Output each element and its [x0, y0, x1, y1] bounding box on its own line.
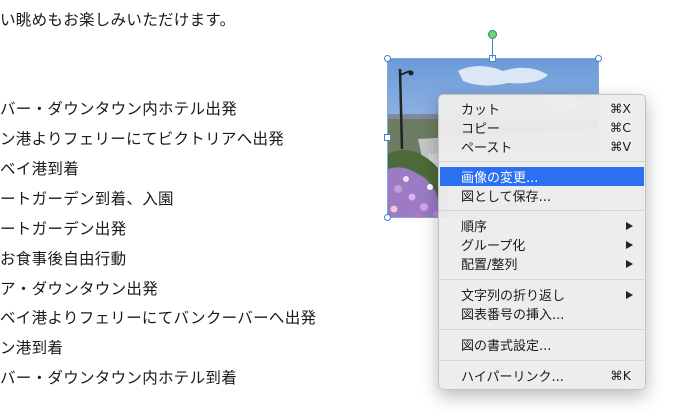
submenu-arrow-icon	[626, 221, 633, 230]
menu-shortcut: ⌘V	[609, 139, 631, 154]
menu-item-copy[interactable]: コピー ⌘C	[440, 118, 644, 137]
menu-item-insert-caption[interactable]: 図表番号の挿入...	[440, 304, 644, 323]
doc-line: バー・ダウンタウン内ホテル出発	[0, 100, 238, 118]
menu-item-label: ハイパーリンク...	[461, 370, 564, 385]
menu-item-align[interactable]: 配置/整列	[440, 254, 644, 273]
menu-item-order[interactable]: 順序	[440, 216, 644, 235]
menu-item-cut[interactable]: カット ⌘X	[440, 99, 644, 118]
menu-shortcut: ⌘K	[610, 368, 631, 383]
submenu-arrow-icon	[626, 259, 633, 268]
doc-line: ートガーデン出発	[0, 220, 127, 238]
menu-item-label: 図の書式設定...	[461, 339, 552, 354]
doc-line: ートガーデン到着、入園	[0, 190, 174, 208]
menu-item-change-picture[interactable]: 画像の変更...	[440, 167, 644, 186]
doc-line: ベイ港よりフェリーにてバンクーバーへ出発	[0, 309, 317, 327]
menu-item-label: 文字列の折り返し	[461, 289, 566, 304]
menu-item-label: 図として保存...	[461, 190, 552, 205]
doc-line: ン港到着	[0, 339, 64, 357]
doc-line: ン港よりフェリーにてビクトリアへ出発	[0, 130, 285, 148]
menu-shortcut: ⌘X	[609, 101, 631, 116]
doc-line: ア・ダウンタウン出発	[0, 280, 159, 298]
menu-separator	[439, 329, 645, 330]
menu-item-label: 配置/整列	[461, 258, 518, 273]
menu-item-label: 画像の変更...	[461, 171, 539, 186]
menu-item-wrap-text[interactable]: 文字列の折り返し	[440, 285, 644, 304]
doc-line: ベイ港到着	[0, 160, 80, 178]
menu-separator	[439, 279, 645, 280]
submenu-arrow-icon	[626, 240, 633, 249]
resize-handle-left[interactable]	[384, 134, 391, 141]
rotation-handle[interactable]	[488, 30, 497, 39]
doc-line: バー・ダウンタウン内ホテル到着	[0, 369, 238, 387]
menu-item-label: グループ化	[461, 239, 526, 254]
resize-handle-top-left[interactable]	[384, 55, 391, 62]
doc-line: お食事後自由行動	[0, 250, 127, 268]
doc-line: い眺めもお楽しみいただけます。	[0, 11, 236, 29]
menu-separator	[439, 161, 645, 162]
menu-item-group[interactable]: グループ化	[440, 235, 644, 254]
context-menu: カット ⌘X コピー ⌘C ペースト ⌘V 画像の変更... 図として保存...…	[438, 94, 646, 390]
menu-item-label: 図表番号の挿入...	[461, 308, 565, 323]
menu-item-label: コピー	[461, 122, 501, 137]
menu-item-save-as-picture[interactable]: 図として保存...	[440, 186, 644, 205]
menu-item-paste[interactable]: ペースト ⌘V	[440, 137, 644, 156]
menu-item-label: ペースト	[461, 141, 513, 156]
menu-separator	[439, 360, 645, 361]
submenu-arrow-icon	[626, 290, 633, 299]
rotation-stem	[492, 38, 493, 58]
resize-handle-top-right[interactable]	[595, 55, 602, 62]
menu-shortcut: ⌘C	[609, 120, 631, 135]
menu-item-hyperlink[interactable]: ハイパーリンク... ⌘K	[440, 366, 644, 385]
resize-handle-bottom-left[interactable]	[384, 214, 391, 221]
menu-separator	[439, 210, 645, 211]
menu-item-label: 順序	[461, 220, 488, 235]
menu-item-label: カット	[461, 103, 501, 118]
menu-item-format-picture[interactable]: 図の書式設定...	[440, 335, 644, 354]
